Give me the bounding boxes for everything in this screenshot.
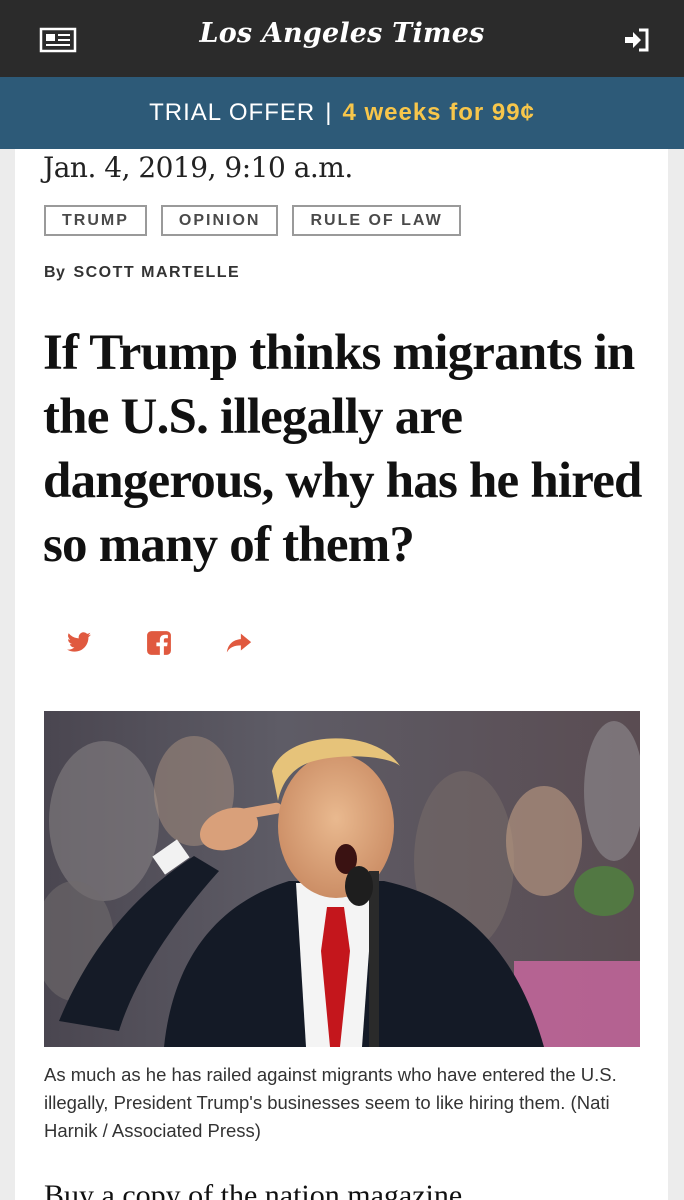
article-photo[interactable] [44, 711, 640, 1047]
trial-offer-label: TRIAL OFFER [149, 99, 316, 126]
topic-tags: TRUMP OPINION RULE OF LAW [44, 205, 461, 236]
share-bar [65, 629, 253, 657]
promo-separator: | [325, 99, 333, 126]
article-body-start: Buy a copy of the nation magazine [44, 1179, 463, 1200]
article-page: Jan. 4, 2019, 9:10 a.m. TRUMP OPINION RU… [15, 149, 668, 1200]
byline: By SCOTT MARTELLE [44, 264, 240, 282]
top-bar: Los Angeles Times [0, 0, 684, 77]
tag-trump[interactable]: TRUMP [44, 205, 147, 236]
site-logo[interactable]: Los Angeles Times [0, 18, 684, 49]
byline-prefix: By [44, 264, 66, 281]
sign-in-icon[interactable] [622, 25, 652, 55]
trial-offer-banner[interactable]: TRIAL OFFER | 4 weeks for 99¢ [0, 77, 684, 149]
facebook-icon[interactable] [145, 629, 173, 657]
tag-rule-of-law[interactable]: RULE OF LAW [292, 205, 461, 236]
article-headline: If Trump thinks migrants in the U.S. ill… [43, 325, 642, 573]
tag-opinion[interactable]: OPINION [160, 205, 279, 236]
photo-caption: As much as he has railed against migrant… [44, 1064, 617, 1141]
article-date: Jan. 4, 2019, 9:10 a.m. [43, 151, 353, 184]
author-name[interactable]: SCOTT MARTELLE [73, 264, 240, 281]
share-arrow-icon[interactable] [225, 629, 253, 657]
twitter-icon[interactable] [65, 629, 93, 657]
trial-offer-price: 4 weeks for 99¢ [342, 99, 535, 126]
